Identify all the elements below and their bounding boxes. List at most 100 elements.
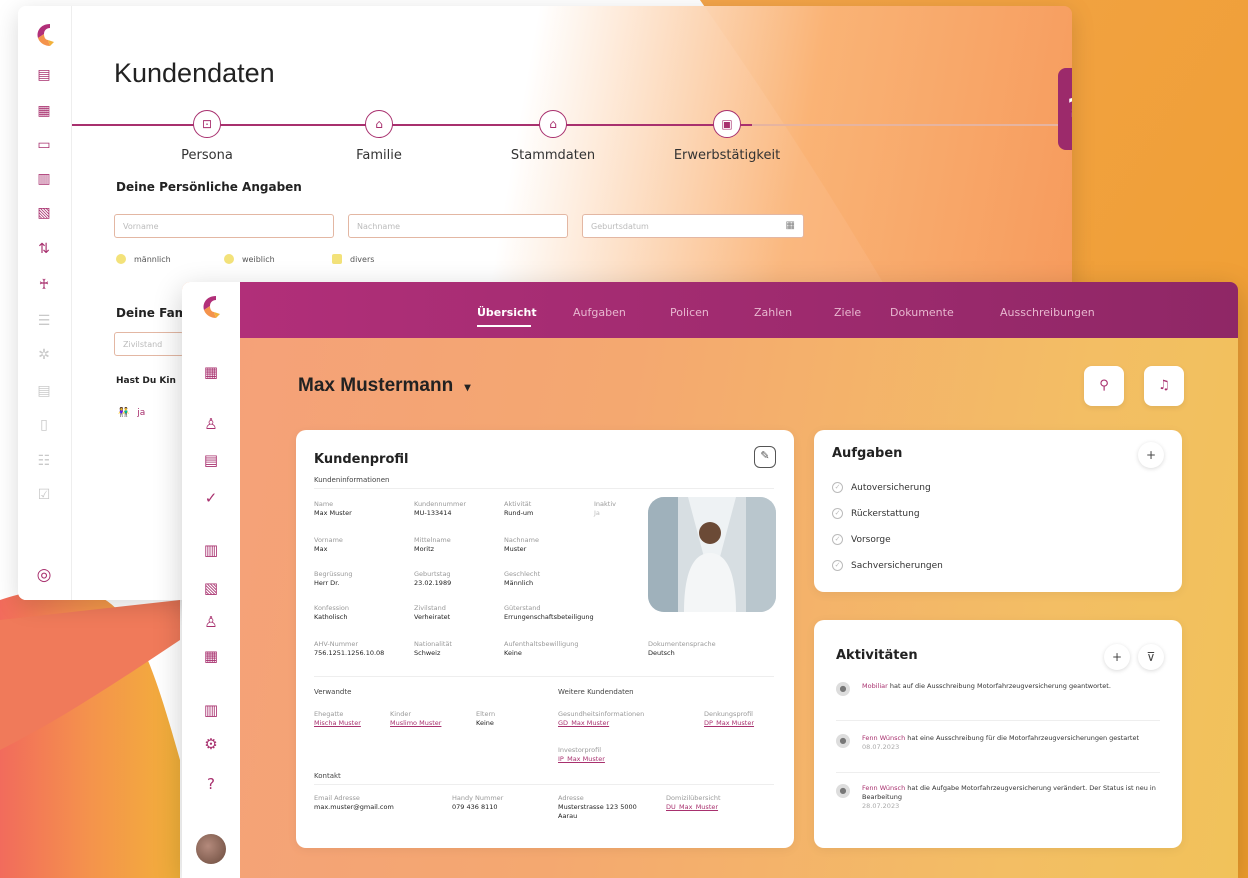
persona-icon: ⊡ [193, 110, 221, 138]
tab-policen[interactable]: Policen [670, 306, 709, 319]
document-dim-icon[interactable]: ▯ [34, 416, 54, 434]
filter-icon[interactable]: ⊽ [1138, 644, 1164, 670]
field-eltern: Eltern Keine [476, 710, 495, 728]
settings-icon[interactable]: ⚙ [201, 734, 221, 754]
field-value: Max [314, 545, 328, 553]
notifications-button[interactable]: ♫ [1144, 366, 1184, 406]
geburtsdatum-field[interactable]: Geburtsdatum ▦ [582, 214, 804, 238]
denkungsprofil-link[interactable]: DP_Max Muster [704, 719, 754, 728]
dashboard-icon[interactable]: ▦ [201, 362, 221, 382]
activity-actor[interactable]: Fenn Wünsch [862, 784, 905, 792]
step-persona[interactable]: ⊡ Persona [132, 110, 282, 163]
check-doc-dim-icon[interactable]: ☑ [34, 486, 54, 504]
divider [314, 784, 774, 785]
gender-divers[interactable]: divers [332, 254, 374, 264]
sort-icon[interactable]: ⇅ [34, 240, 54, 258]
task-item[interactable]: ✓ Autoversicherung [832, 482, 931, 493]
activity-date: 08.07.2023 [862, 743, 900, 751]
stepper: ⊡ Persona ⌂ Familie ⌂ Stammdaten ▣ Erwer… [72, 110, 1072, 170]
nachname-field[interactable]: Nachname [348, 214, 568, 238]
check-circle-icon[interactable]: ✓ [832, 560, 843, 571]
field-begruessung: Begrüssung Herr Dr. [314, 570, 353, 588]
edit-icon[interactable]: ✎ [754, 446, 776, 468]
step-familie[interactable]: ⌂ Familie [304, 110, 454, 163]
field-key: Mittelname [414, 536, 451, 544]
step-erwerbstaetigkeit[interactable]: ▣ Erwerbstätigkeit [652, 110, 802, 163]
user-circle-icon[interactable]: ◎ [34, 566, 54, 584]
field-value: Musterstrasse 123 5000 Aarau [558, 803, 637, 820]
doc-add-icon[interactable]: ▧ [201, 578, 221, 598]
customer-photo-image [648, 497, 776, 612]
task-item[interactable]: ✓ Rückerstattung [832, 508, 920, 519]
kinder-link[interactable]: Muslimo Muster [390, 719, 441, 728]
aktivitaeten-title: Aktivitäten [836, 648, 918, 663]
task-item[interactable]: ✓ Sachversicherungen [832, 560, 943, 571]
tab-uebersicht[interactable]: Übersicht [477, 306, 537, 319]
section-personal-heading: Deine Persönliche Angaben [116, 180, 302, 194]
tab-ziele[interactable]: Ziele [834, 306, 861, 319]
field-name: Name Max Muster [314, 500, 352, 518]
check-circle-icon[interactable]: ✓ [832, 508, 843, 519]
field-value: Deutsch [648, 649, 675, 657]
customer-selector[interactable]: Max Mustermann ▾ [298, 375, 471, 397]
card-icon[interactable]: ▭ [34, 136, 54, 154]
help-button[interactable]: ? [1058, 68, 1072, 150]
add-activity-button[interactable]: + [1104, 644, 1130, 670]
calendar-icon[interactable]: ▦ [786, 220, 795, 231]
chart-doc-icon[interactable]: ▧ [34, 204, 54, 222]
task-label: Rückerstattung [851, 508, 920, 519]
gender-weiblich[interactable]: weiblich [224, 254, 275, 264]
user-filter-icon[interactable]: ♙ [201, 612, 221, 632]
user-minus-icon[interactable]: ♙ [201, 414, 221, 434]
field-value: Schweiz [414, 649, 441, 657]
add-task-button[interactable]: + [1138, 442, 1164, 468]
gender-maennlich[interactable]: männlich [116, 254, 171, 264]
kinder-question: Hast Du Kin [116, 376, 176, 386]
table-dim-icon[interactable]: ▤ [34, 382, 54, 400]
ehegatte-link[interactable]: Mischa Muster [314, 719, 361, 728]
clipboard-icon[interactable]: ▥ [34, 170, 54, 188]
check-circle-icon[interactable]: ✓ [832, 482, 843, 493]
gear-dim-icon[interactable]: ✲ [34, 346, 54, 364]
field-inaktiv: Inaktiv Ja [594, 500, 616, 518]
field-adresse: Adresse Musterstrasse 123 5000 Aarau [558, 794, 638, 821]
search-button[interactable]: ⚲ [1084, 366, 1124, 406]
field-value: Männlich [504, 579, 534, 587]
tab-zahlen[interactable]: Zahlen [754, 306, 792, 319]
tab-aufgaben[interactable]: Aufgaben [573, 306, 626, 319]
domizil-link[interactable]: DU_Max_Muster [666, 803, 721, 812]
help-icon[interactable]: ? [201, 774, 221, 794]
investorprofil-link[interactable]: IP_Max Muster [558, 755, 605, 764]
gesundheit-link[interactable]: GD_Max Muster [558, 719, 644, 728]
task-item[interactable]: ✓ Vorsorge [832, 534, 891, 545]
kinder-ja-option[interactable]: 👫 ja [118, 408, 145, 418]
id-card-icon[interactable]: ▤ [34, 66, 54, 84]
zivilstand-field[interactable]: Zivilstand [114, 332, 184, 356]
list-dim-icon[interactable]: ☰ [34, 312, 54, 330]
calendar-icon[interactable]: ▦ [201, 646, 221, 666]
field-key: Handy Nummer [452, 794, 504, 802]
field-kundennummer: Kundennummer MU-133414 [414, 500, 466, 518]
avatar[interactable] [196, 834, 226, 864]
field-key: Aktivität [504, 500, 532, 508]
doc-search-icon[interactable]: ▤ [201, 450, 221, 470]
section-family-heading: Deine Fam [116, 306, 188, 320]
person-icon[interactable]: ♰ [34, 276, 54, 294]
tab-ausschreibungen[interactable]: Ausschreibungen [1000, 306, 1095, 319]
avatar: ● [836, 682, 850, 696]
check-add-icon[interactable]: ✓ [201, 488, 221, 508]
report-icon[interactable]: ▥ [201, 700, 221, 720]
check-circle-icon[interactable]: ✓ [832, 534, 843, 545]
activity-actor[interactable]: Mobiliar [862, 682, 888, 690]
vorname-field[interactable]: Vorname [114, 214, 334, 238]
activity-actor[interactable]: Fenn Wünsch [862, 734, 905, 742]
clipboard-icon[interactable]: ▥ [201, 540, 221, 560]
field-kinder: Kinder Muslimo Muster [390, 710, 441, 728]
list-icon[interactable]: ▦ [34, 102, 54, 120]
field-key: Kundennummer [414, 500, 466, 508]
field-gesundheit: Gesundheitsinformationen GD_Max Muster [558, 710, 644, 728]
step-stammdaten[interactable]: ⌂ Stammdaten [478, 110, 628, 163]
tab-dokumente[interactable]: Dokumente [890, 306, 954, 319]
list-lines-dim-icon[interactable]: ☷ [34, 452, 54, 470]
customer-photo [648, 497, 776, 612]
